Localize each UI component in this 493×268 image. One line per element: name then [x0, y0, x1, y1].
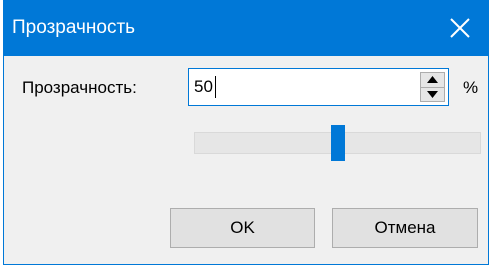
spin-buttons [420, 72, 445, 102]
cancel-button[interactable]: Отмена [332, 208, 478, 248]
slider-thumb[interactable] [331, 125, 345, 161]
transparency-label: Прозрачность: [22, 78, 137, 97]
transparency-spinbox[interactable]: 50 [188, 68, 449, 106]
arrow-up-icon [427, 76, 438, 83]
transparency-slider[interactable] [194, 125, 481, 161]
percent-unit-label: % [463, 78, 479, 97]
spin-down-button[interactable] [421, 88, 444, 101]
transparency-input[interactable]: 50 [194, 69, 213, 105]
close-button[interactable] [432, 0, 488, 56]
window-title: Прозрачность [12, 17, 136, 38]
close-icon [450, 18, 470, 38]
title-bar: Прозрачность [4, 0, 488, 56]
transparency-dialog: Прозрачность Прозрачность: 50 % OK Отмен… [3, 0, 489, 265]
ok-button[interactable]: OK [170, 208, 315, 248]
spin-up-button[interactable] [421, 73, 444, 88]
arrow-down-icon [427, 91, 438, 98]
text-caret [215, 76, 216, 98]
